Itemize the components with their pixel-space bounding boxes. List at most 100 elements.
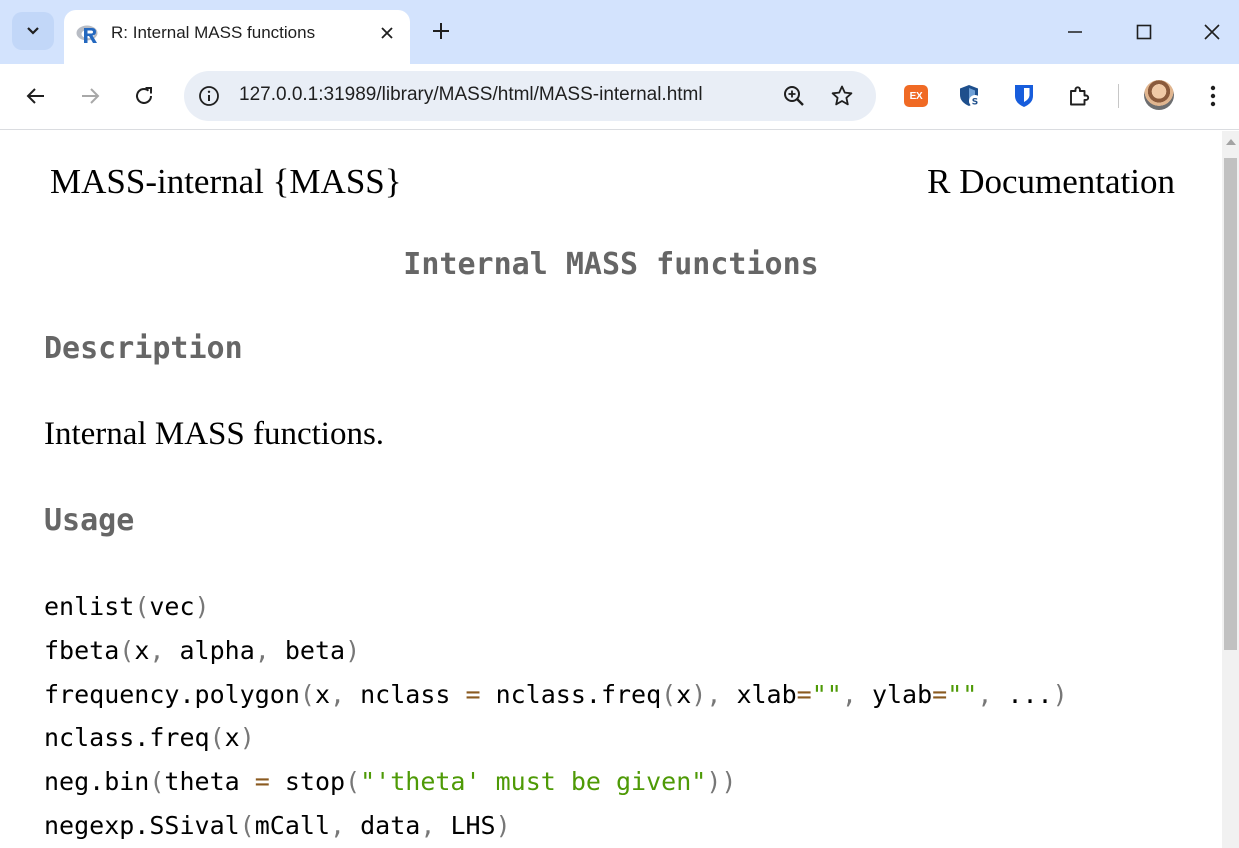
password-manager-button[interactable] — [1009, 81, 1039, 111]
url-text[interactable]: 127.0.0.1:31989/library/MASS/html/MASS-i… — [239, 84, 703, 106]
code-token: ( — [345, 767, 361, 797]
code-token: ( — [119, 635, 135, 665]
code-token: data — [360, 810, 421, 840]
tab-close-button[interactable] — [374, 20, 400, 46]
tab-search-button[interactable] — [12, 12, 54, 50]
code-token: ( — [209, 723, 225, 753]
code-token: , — [330, 810, 361, 840]
star-icon — [831, 85, 853, 106]
address-bar[interactable]: 127.0.0.1:31989/library/MASS/html/MASS-i… — [184, 71, 876, 121]
password-manager-shield-icon — [1015, 85, 1033, 107]
reload-button[interactable] — [126, 78, 162, 114]
browser-toolbar: 127.0.0.1:31989/library/MASS/html/MASS-i… — [0, 64, 1239, 130]
usage-code-line: enlist(vec) — [44, 587, 1068, 631]
code-token: beta — [284, 635, 346, 665]
scrollbar-thumb[interactable] — [1224, 158, 1237, 650]
usage-code-line: negexp.SSival(mCall, data, LHS) — [44, 806, 1068, 848]
minimize-button[interactable] — [1052, 12, 1098, 52]
profile-avatar[interactable] — [1144, 80, 1174, 110]
code-token: ylab — [871, 679, 933, 709]
code-token: nclass — [360, 679, 466, 709]
code-token: theta — [164, 767, 255, 797]
site-info-button[interactable] — [196, 83, 222, 109]
kebab-menu-icon — [1210, 85, 1216, 107]
maximize-icon — [1136, 24, 1152, 40]
maximize-button[interactable] — [1121, 12, 1167, 52]
code-token: mCall — [254, 810, 330, 840]
code-token: ( — [661, 679, 677, 709]
reload-icon — [136, 87, 152, 104]
minimize-icon — [1068, 31, 1082, 33]
page-content: MASS-internal {MASS} R Documentation Int… — [0, 131, 1222, 848]
code-token: fbeta — [44, 635, 120, 665]
scroll-up-arrow-icon[interactable] — [1226, 139, 1236, 145]
code-token: ( — [299, 679, 315, 709]
ex-extension-icon: EX — [904, 85, 928, 107]
arrow-right-icon — [82, 88, 100, 104]
code-token: = — [254, 767, 270, 797]
code-token: , — [841, 679, 872, 709]
zoom-button[interactable] — [780, 82, 808, 110]
code-token: ) — [239, 723, 255, 753]
code-token: = — [796, 679, 812, 709]
code-token: x — [224, 723, 240, 753]
code-token: = — [465, 679, 481, 709]
info-icon — [199, 86, 219, 106]
code-token: ) — [345, 635, 361, 665]
back-button[interactable] — [18, 78, 54, 114]
code-token: , — [254, 635, 285, 665]
plus-icon — [433, 23, 449, 39]
arrow-left-icon — [26, 88, 44, 104]
forward-button[interactable] — [72, 78, 108, 114]
tab-title: R: Internal MASS functions — [111, 23, 316, 42]
extensions-button[interactable] — [1064, 81, 1094, 111]
usage-code-line: frequency.polygon(x, nclass = nclass.fre… — [44, 675, 1068, 719]
code-token: nclass.freq — [480, 679, 662, 709]
code-token: , — [149, 635, 180, 665]
r-logo-icon — [76, 25, 98, 43]
code-token: "" — [947, 679, 978, 709]
shield-s-extension-button[interactable]: S — [955, 81, 985, 111]
code-token: "" — [811, 679, 842, 709]
bookmark-button[interactable] — [828, 82, 856, 110]
description-heading: Description — [44, 331, 243, 366]
chevron-down-icon — [27, 27, 39, 35]
code-token: nclass.freq — [44, 723, 210, 753]
code-token: ), — [691, 679, 737, 709]
usage-code-line: fbeta(x, alpha, beta) — [44, 631, 1068, 675]
code-token: ( — [149, 767, 165, 797]
page-title: Internal MASS functions — [403, 247, 819, 282]
svg-text:S: S — [972, 98, 978, 108]
code-token: ( — [239, 810, 255, 840]
code-token: xlab — [736, 679, 797, 709]
close-window-button[interactable] — [1189, 12, 1235, 52]
puzzle-icon — [1070, 86, 1090, 106]
vertical-scrollbar[interactable] — [1222, 131, 1239, 848]
code-token: , — [977, 679, 1008, 709]
new-tab-button[interactable] — [426, 16, 456, 46]
ex-extension-button[interactable]: EX — [901, 81, 931, 111]
code-token: alpha — [179, 635, 255, 665]
code-token: , — [330, 679, 361, 709]
tab-active[interactable]: R: Internal MASS functions — [64, 10, 410, 64]
toolbar-separator — [1118, 84, 1119, 108]
shield-s-extension-icon: S — [960, 85, 981, 108]
code-token: ( — [134, 592, 150, 621]
code-token: stop — [269, 767, 346, 797]
code-token: x — [134, 635, 150, 665]
doc-header-topic: MASS-internal {MASS} — [50, 162, 402, 201]
code-token: "'theta' must be given" — [360, 767, 707, 797]
code-token: x — [314, 679, 330, 709]
usage-heading: Usage — [44, 503, 135, 538]
code-token: negexp.SSival — [44, 810, 240, 840]
usage-code-line: nclass.freq(x) — [44, 718, 1068, 762]
browser-title-bar: R: Internal MASS functions — [0, 0, 1239, 64]
browser-menu-button[interactable] — [1198, 78, 1228, 114]
code-token: , — [420, 810, 451, 840]
code-token: x — [676, 679, 692, 709]
close-icon — [381, 27, 393, 39]
code-token: )) — [706, 767, 737, 797]
code-token: LHS — [450, 810, 496, 840]
usage-code-line: neg.bin(theta = stop("'theta' must be gi… — [44, 762, 1068, 806]
description-text: Internal MASS functions. — [44, 416, 385, 452]
